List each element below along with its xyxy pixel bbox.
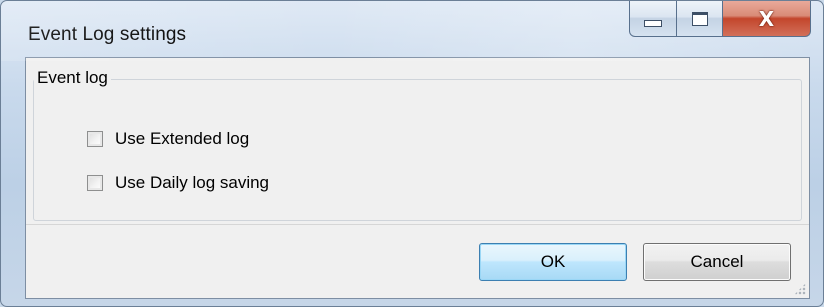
daily-log-label[interactable]: Use Daily log saving (115, 173, 269, 193)
maximize-button[interactable] (677, 1, 723, 37)
groupbox-legend: Event log (34, 68, 111, 88)
close-button[interactable]: X (723, 1, 811, 37)
resize-grip-icon[interactable] (794, 283, 806, 295)
dialog-client-area: Event log Use Extended log Use Daily log… (25, 57, 810, 299)
cancel-button[interactable]: Cancel (643, 243, 791, 281)
dialog-window: Event Log settings X Event log Use Exten… (0, 0, 824, 307)
caption-buttons: X (629, 1, 811, 39)
button-separator (26, 224, 809, 225)
minimize-icon (644, 20, 662, 27)
window-title: Event Log settings (28, 24, 187, 45)
extended-log-checkbox[interactable] (87, 131, 103, 147)
ok-button[interactable]: OK (479, 243, 627, 281)
close-icon: X (758, 6, 775, 31)
maximize-icon (691, 11, 708, 26)
extended-log-option[interactable]: Use Extended log (87, 129, 249, 149)
daily-log-checkbox[interactable] (87, 175, 103, 191)
event-log-groupbox (33, 79, 802, 221)
extended-log-label[interactable]: Use Extended log (115, 129, 249, 149)
minimize-button[interactable] (629, 1, 677, 37)
daily-log-option[interactable]: Use Daily log saving (87, 173, 269, 193)
